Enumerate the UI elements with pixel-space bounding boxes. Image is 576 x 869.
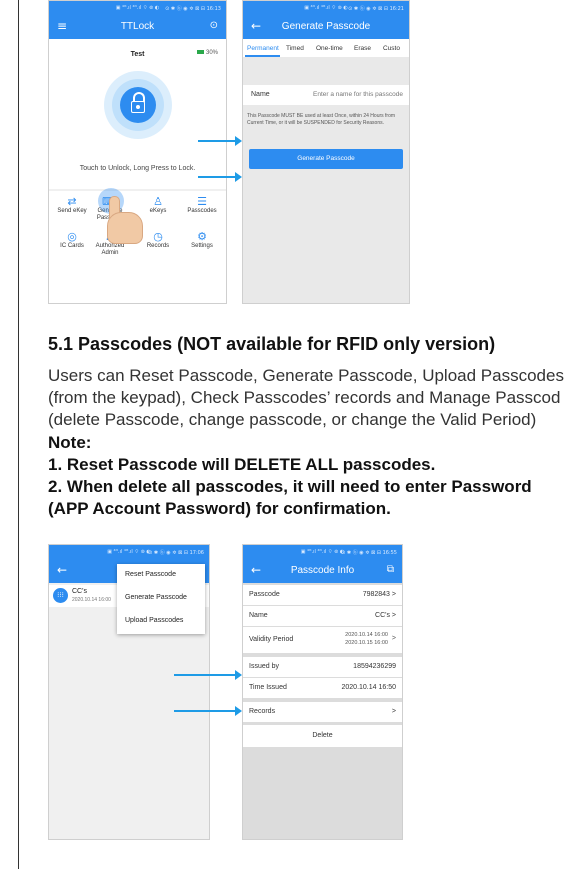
row-records[interactable]: Records > xyxy=(243,702,402,722)
keypad-icon: ⁝⁝⁝ xyxy=(53,588,68,603)
name-label: Name xyxy=(251,91,270,98)
passcode-tabs: Permanent Timed One-time Erase Custo xyxy=(243,39,409,57)
row-time-issued: Time Issued 2020.10.14 16:50 xyxy=(243,678,402,698)
note-line-3: (APP Account Password) for confirmation. xyxy=(48,499,391,518)
para-line-3: (delete Passcode, change passcode, or ch… xyxy=(48,410,537,429)
screenshot-generate-passcode: ▣ ⁴ᴳ.ıl ⁴ᴳ.ıl ⌔ ⊚ ◐ ⊙ ✱ ⓑ ◉ ✲ ⊠ ⊟ 16:21 … xyxy=(242,0,410,304)
grid-ic-cards[interactable]: ◎ IC Cards xyxy=(51,231,93,250)
tab-permanent[interactable]: Permanent xyxy=(247,45,279,52)
validity-end: 2020.10.15 16:00 xyxy=(345,640,388,646)
status-bar: ▣ ⁴ᴳ.ıl ⁴ᴳ.ıl ⌔ ⊚ ◐ ⊙ ✱ ⓑ ◉ ✲ ⊠ ⊟ 17:06 xyxy=(49,545,209,559)
row-issued-by: Issued by 18594236299 xyxy=(243,657,402,677)
screenshot-passcodes-menu: ▣ ⁴ᴳ.ıl ⁴ᴳ.ıl ⌔ ⊚ ◐ ⊙ ✱ ⓑ ◉ ✲ ⊠ ⊟ 17:06 … xyxy=(48,544,210,840)
grid-label: Records xyxy=(146,243,170,249)
battery-indicator: 30% xyxy=(196,50,218,56)
passcode-item-date: 2020.10.14 16:00 xyxy=(72,597,111,603)
app-header: ≡ TTLock ⊙ xyxy=(49,15,226,39)
tap-hand-icon xyxy=(105,196,145,244)
note-title: Note: xyxy=(48,433,92,452)
status-right: ⊙ ✱ ⓑ ◉ ✲ ⊠ ⊟ 16:21 xyxy=(348,6,404,12)
note-block: Note: 1. Reset Passcode will DELETE ALL … xyxy=(48,432,532,520)
status-right: ⊙ ✱ ⓑ ◉ ✲ ⊠ ⊟ 16:55 xyxy=(341,550,397,556)
arrow-3 xyxy=(174,670,242,680)
unlock-hint: Touch to Unlock, Long Press to Lock. xyxy=(79,165,196,172)
status-right: ⊙ ✱ ⓑ ◉ ✲ ⊠ ⊟ 16:13 xyxy=(165,6,221,12)
section-paragraph: Users can Reset Passcode, Generate Passc… xyxy=(48,365,576,431)
row-key: Records xyxy=(249,708,276,715)
settings-circle-icon[interactable]: ⊙ xyxy=(210,20,218,31)
send-ekey-icon: ⇄ xyxy=(67,195,77,208)
app-header: ← Generate Passcode xyxy=(243,15,409,39)
row-value: 7982843 > xyxy=(362,591,396,598)
unlock-button[interactable] xyxy=(104,71,172,139)
lock-icon xyxy=(131,92,145,114)
status-right: ⊙ ✱ ⓑ ◉ ✲ ⊠ ⊟ 17:06 xyxy=(148,550,204,556)
chevron-right-icon: > xyxy=(391,635,396,642)
row-value: 18594236299 xyxy=(353,663,396,670)
tab-timed[interactable]: Timed xyxy=(286,45,304,52)
menu-reset-passcode[interactable]: Reset Passcode xyxy=(125,571,176,578)
tab-underline xyxy=(245,55,280,57)
screenshot-passcode-info: ▣ ⁴ᴳ.ıl ⁴ᴳ.ıl ⌔ ⊚ ◐ ⊙ ✱ ⓑ ◉ ✲ ⊠ ⊟ 16:55 … xyxy=(242,544,403,840)
passcode-item-name: CC's xyxy=(72,588,87,595)
tab-one-time[interactable]: One-time xyxy=(316,45,343,52)
status-bar: ▣ ⁴ᴳ.ıl ⁴ᴳ.ıl ⌔ ⊚ ◐ ⊙ ✱ ⓑ ◉ ✲ ⊠ ⊟ 16:13 xyxy=(49,1,226,15)
para-line-2: (from the keypad), Check Passcodes’ reco… xyxy=(48,388,561,407)
grid-label: IC Cards xyxy=(60,243,84,249)
battery-text: 30% xyxy=(205,50,218,56)
lock-panel: Test 30% Touch to Unlock, Long Press to … xyxy=(49,39,226,189)
dropdown-menu: Reset Passcode Generate Passcode Upload … xyxy=(117,564,205,634)
screen-title: Passcode Info xyxy=(290,565,355,576)
app-header: ← Passcode Info ⧉ xyxy=(243,559,402,583)
section-heading: 5.1 Passcodes (NOT available for RFID on… xyxy=(48,334,496,354)
row-value: 2020.10.14 16:50 xyxy=(341,684,397,691)
row-key: Time Issued xyxy=(249,684,287,691)
delete-button[interactable]: Delete xyxy=(243,725,402,747)
screenshot-ttlock-main: ▣ ⁴ᴳ.ıl ⁴ᴳ.ıl ⌔ ⊚ ◐ ⊙ ✱ ⓑ ◉ ✲ ⊠ ⊟ 16:13 … xyxy=(48,0,227,304)
screen-title: Generate Passcode xyxy=(281,21,371,32)
grid-label: Passcodes xyxy=(187,208,217,214)
grid-send-ekey[interactable]: ⇄ Send eKey xyxy=(51,196,93,215)
arrow-2 xyxy=(198,172,242,182)
row-passcode[interactable]: Passcode 7982843 > xyxy=(243,585,402,605)
row-key: Validity Period xyxy=(249,636,294,643)
passcodes-icon: ☰ xyxy=(197,195,207,208)
battery-icon xyxy=(196,50,204,55)
settings-icon: ⚙ xyxy=(197,230,207,243)
grid-settings[interactable]: ⚙ Settings xyxy=(181,231,223,250)
note-line-1: 1. Reset Passcode will DELETE ALL passco… xyxy=(48,455,436,474)
grid-passcodes[interactable]: ☰ Passcodes xyxy=(181,196,223,215)
name-input[interactable]: Enter a name for this passcode xyxy=(313,91,403,98)
row-name[interactable]: Name CC's > xyxy=(243,606,402,626)
status-bar: ▣ ⁴ᴳ.ıl ⁴ᴳ.ıl ⌔ ⊚ ◐ ⊙ ✱ ⓑ ◉ ✲ ⊠ ⊟ 16:21 xyxy=(243,1,409,15)
arrow-4 xyxy=(174,706,242,716)
row-key: Passcode xyxy=(249,591,280,598)
row-value: CC's > xyxy=(375,612,396,619)
row-validity-period[interactable]: Validity Period 2020.10.14 16:00 2020.10… xyxy=(243,627,402,653)
tab-custom[interactable]: Custo xyxy=(383,45,400,52)
security-notice: This Passcode MUST BE used at least Once… xyxy=(247,113,396,126)
grid-label: Send eKey xyxy=(57,208,87,214)
name-row: Name Enter a name for this passcode xyxy=(243,85,409,105)
share-icon[interactable]: ⧉ xyxy=(387,564,394,575)
app-title: TTLock xyxy=(120,21,155,32)
generate-passcode-button[interactable]: Generate Passcode xyxy=(249,149,403,169)
menu-upload-passcodes[interactable]: Upload Passcodes xyxy=(125,617,183,624)
arrow-1 xyxy=(198,136,242,146)
grid-label: Authorized Admin xyxy=(95,243,125,256)
menu-generate-passcode[interactable]: Generate Passcode xyxy=(125,594,187,601)
row-key: Issued by xyxy=(249,663,279,670)
tab-erase[interactable]: Erase xyxy=(354,45,371,52)
note-line-2: 2. When delete all passcodes, it will ne… xyxy=(48,477,532,496)
status-bar: ▣ ⁴ᴳ.ıl ⁴ᴳ.ıl ⌔ ⊚ ◐ ⊙ ✱ ⓑ ◉ ✲ ⊠ ⊟ 16:55 xyxy=(243,545,402,559)
validity-start: 2020.10.14 16:00 xyxy=(345,632,388,638)
page-margin-line xyxy=(18,0,19,869)
ic-cards-icon: ◎ xyxy=(67,230,77,243)
grid-label: Settings xyxy=(191,243,213,249)
para-line-1: Users can Reset Passcode, Generate Passc… xyxy=(48,366,564,385)
row-value: > xyxy=(391,708,396,715)
row-key: Name xyxy=(249,612,268,619)
